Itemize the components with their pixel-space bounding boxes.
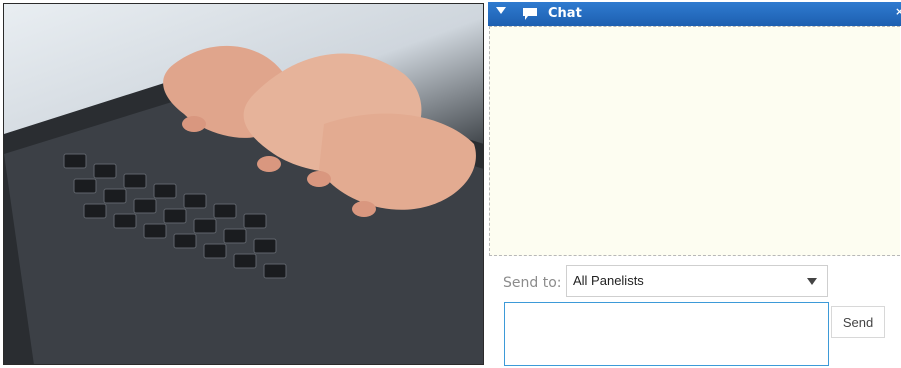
close-icon[interactable]: × <box>895 5 901 18</box>
chat-panel: Chat × Send to: All Panelists Send <box>488 2 901 368</box>
send-to-value: All Panelists <box>573 273 644 288</box>
send-to-dropdown[interactable]: All Panelists <box>566 265 828 297</box>
chat-header: Chat × <box>488 2 901 26</box>
typing-photo <box>4 4 484 365</box>
send-button[interactable]: Send <box>831 306 885 338</box>
chat-title: Chat <box>548 6 582 21</box>
triangle-down-icon[interactable] <box>496 7 506 14</box>
chat-message-area <box>489 26 900 256</box>
message-input[interactable] <box>504 302 829 366</box>
keyboard-hands-illustration <box>4 45 484 365</box>
send-to-label: Send to: <box>503 275 562 291</box>
speech-bubble-icon <box>523 8 537 20</box>
chevron-down-icon <box>807 278 817 285</box>
